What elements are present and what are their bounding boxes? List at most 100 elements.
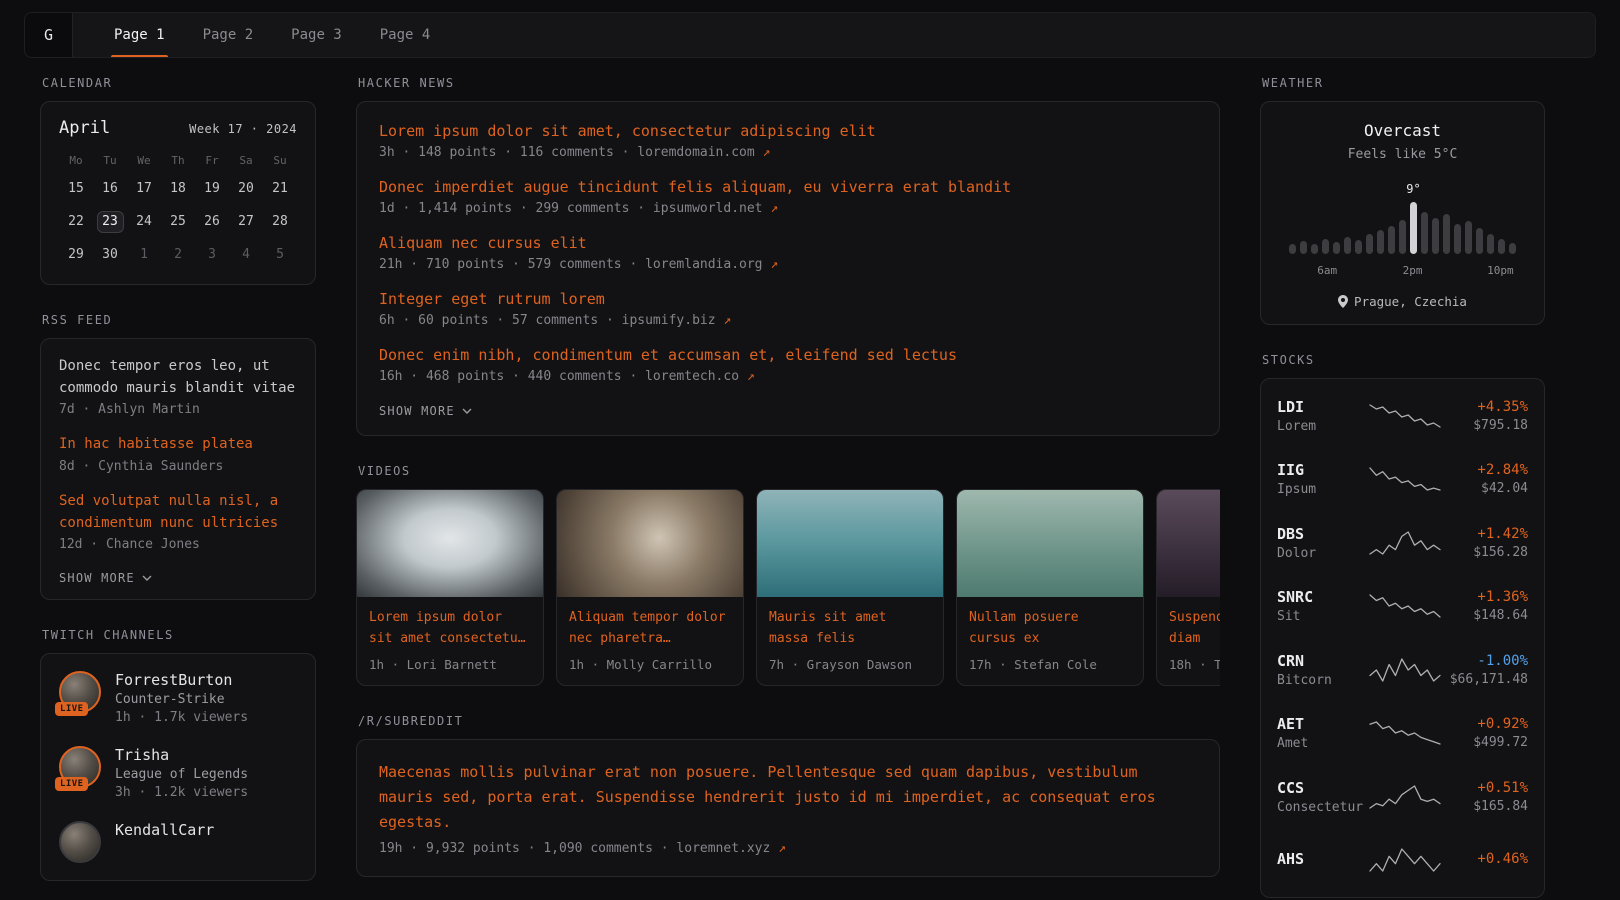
- weather-bar: [1487, 234, 1494, 254]
- weather-bar: [1355, 240, 1362, 254]
- chevron-down-icon: [462, 408, 472, 414]
- tab-page-3[interactable]: Page 3: [272, 13, 361, 57]
- video-title[interactable]: Suspendisse mattis diam: [1157, 597, 1220, 650]
- weather-bar: [1311, 244, 1318, 254]
- dashboard-columns: CALENDAR April Week 17 · 2024 Mo Tu We T…: [0, 58, 1620, 898]
- stock-change: +0.46%: [1477, 851, 1528, 867]
- calendar-day: 16: [97, 178, 124, 200]
- left-column: CALENDAR April Week 17 · 2024 Mo Tu We T…: [40, 76, 316, 881]
- external-link-icon[interactable]: ↗: [770, 201, 778, 216]
- video-card: Suspendisse mattis diam 18h · Tara: [1156, 489, 1220, 686]
- twitch-section-title: TWITCH CHANNELS: [42, 628, 316, 642]
- rss-item[interactable]: In hac habitasse platea 8d · Cynthia Sau…: [59, 434, 297, 474]
- calendar-header: April Week 17 · 2024: [59, 118, 297, 138]
- stock-symbol: AHS: [1277, 850, 1369, 868]
- stock-row[interactable]: SNRCSit +1.36%$148.64: [1277, 575, 1528, 639]
- twitch-channel-game: League of Legends: [115, 767, 248, 782]
- stock-price: $795.18: [1473, 418, 1528, 433]
- twitch-channel-name[interactable]: ForrestBurton: [115, 671, 248, 689]
- weather-bar: [1377, 230, 1384, 254]
- video-thumbnail[interactable]: [757, 490, 943, 597]
- weather-bar: [1498, 239, 1505, 254]
- avatar: [59, 821, 101, 863]
- rss-show-more-button[interactable]: SHOW MORE: [59, 571, 152, 585]
- weather-bar: [1344, 237, 1351, 254]
- video-title[interactable]: Mauris sit amet massa felis: [757, 597, 943, 650]
- external-link-icon[interactable]: ↗: [723, 313, 731, 328]
- stock-row[interactable]: LDILorem +4.35%$795.18: [1277, 384, 1528, 448]
- twitch-channel-name[interactable]: Trisha: [115, 746, 248, 764]
- stock-sparkline: [1369, 784, 1441, 810]
- twitch-channel[interactable]: KendallCarr: [59, 821, 297, 863]
- twitch-channel[interactable]: LIVE ForrestBurton Counter-Strike 1h · 1…: [59, 671, 297, 725]
- hn-show-more-button[interactable]: SHOW MORE: [379, 404, 472, 418]
- calendar-day: 30: [97, 244, 124, 266]
- external-link-icon[interactable]: ↗: [770, 257, 778, 272]
- stock-row[interactable]: CCSConsectetur +0.51%$165.84: [1277, 765, 1528, 829]
- rss-widget: Donec tempor eros leo, ut commodo mauris…: [40, 338, 316, 600]
- video-thumbnail[interactable]: [357, 490, 543, 597]
- stock-price: $499.72: [1473, 735, 1528, 750]
- videos-section: VIDEOS Lorem ipsum dolor sit amet consec…: [356, 464, 1220, 686]
- weather-bar: [1388, 226, 1395, 254]
- stocks-section-title: STOCKS: [1262, 353, 1545, 367]
- subreddit-post-meta: 19h · 9,932 points · 1,090 comments · lo…: [379, 841, 1197, 856]
- calendar-day: 26: [199, 211, 226, 233]
- stock-sparkline: [1369, 657, 1441, 683]
- external-link-icon[interactable]: ↗: [763, 145, 771, 160]
- video-thumbnail[interactable]: [557, 490, 743, 597]
- hacker-news-section-title: HACKER NEWS: [358, 76, 1220, 90]
- twitch-section: TWITCH CHANNELS LIVE ForrestBurton Count…: [40, 628, 316, 881]
- weather-bar: [1421, 212, 1428, 254]
- tab-page-1[interactable]: Page 1: [95, 13, 184, 57]
- video-thumbnail[interactable]: [1157, 490, 1220, 597]
- video-thumbnail[interactable]: [957, 490, 1143, 597]
- video-title[interactable]: Aliquam tempor dolor nec pharetra…: [557, 597, 743, 650]
- rss-item-title[interactable]: In hac habitasse platea: [59, 434, 297, 456]
- rss-item-title[interactable]: Donec tempor eros leo, ut commodo mauris…: [59, 356, 297, 399]
- weather-bar: [1454, 224, 1461, 254]
- stock-row[interactable]: AETAmet +0.92%$499.72: [1277, 702, 1528, 766]
- hn-item-title[interactable]: Donec imperdiet augue tincidunt felis al…: [379, 178, 1197, 196]
- calendar-section: CALENDAR April Week 17 · 2024 Mo Tu We T…: [40, 76, 316, 285]
- calendar-day: 28: [267, 211, 294, 233]
- tab-page-2[interactable]: Page 2: [184, 13, 273, 57]
- stock-price: $156.28: [1473, 545, 1528, 560]
- hacker-news-widget: Lorem ipsum dolor sit amet, consectetur …: [356, 101, 1220, 436]
- videos-section-title: VIDEOS: [358, 464, 1220, 478]
- subreddit-post-title[interactable]: Maecenas mollis pulvinar erat non posuer…: [379, 760, 1197, 834]
- rss-item[interactable]: Sed volutpat nulla nisl, a condimentum n…: [59, 491, 297, 552]
- weather-bar: [1300, 241, 1307, 254]
- stock-change: +0.51%: [1473, 780, 1528, 796]
- hn-item-title[interactable]: Lorem ipsum dolor sit amet, consectetur …: [379, 122, 1197, 140]
- video-title[interactable]: Nullam posuere cursus ex: [957, 597, 1143, 650]
- external-link-icon[interactable]: ↗: [747, 369, 755, 384]
- weather-time-label: 10pm: [1487, 264, 1514, 277]
- stock-symbol: CRN: [1277, 652, 1369, 670]
- video-card: Nullam posuere cursus ex 17h · Stefan Co…: [956, 489, 1144, 686]
- twitch-channel[interactable]: LIVE Trisha League of Legends 3h · 1.2k …: [59, 746, 297, 800]
- stock-sparkline: [1369, 530, 1441, 556]
- calendar-dow: Su: [273, 154, 286, 167]
- stock-row[interactable]: IIGIpsum +2.84%$42.04: [1277, 448, 1528, 512]
- video-title[interactable]: Lorem ipsum dolor sit amet consectetu…: [357, 597, 543, 650]
- hn-item-title[interactable]: Integer eget rutrum lorem: [379, 290, 1197, 308]
- calendar-day: 27: [233, 211, 260, 233]
- stock-name: Lorem: [1277, 419, 1369, 434]
- external-link-icon[interactable]: ↗: [778, 841, 786, 856]
- hn-item-meta: 1d · 1,414 points · 299 comments · ipsum…: [379, 201, 1197, 216]
- stock-row[interactable]: AHS +0.46%: [1277, 829, 1528, 893]
- hn-item-title[interactable]: Donec enim nibh, condimentum et accumsan…: [379, 346, 1197, 364]
- stock-symbol: DBS: [1277, 525, 1369, 543]
- tab-page-4[interactable]: Page 4: [361, 13, 450, 57]
- rss-item-title[interactable]: Sed volutpat nulla nisl, a condimentum n…: [59, 491, 297, 534]
- twitch-channel-name[interactable]: KendallCarr: [115, 821, 214, 839]
- stock-row[interactable]: CRNBitcorn -1.00%$66,171.48: [1277, 638, 1528, 702]
- calendar-day: 22: [63, 211, 90, 233]
- stock-row[interactable]: DBSDolor +1.42%$156.28: [1277, 511, 1528, 575]
- stock-symbol: SNRC: [1277, 588, 1369, 606]
- stock-symbol: IIG: [1277, 461, 1369, 479]
- page-tabs: Page 1 Page 2 Page 3 Page 4: [95, 13, 449, 57]
- hn-item-title[interactable]: Aliquam nec cursus elit: [379, 234, 1197, 252]
- rss-item[interactable]: Donec tempor eros leo, ut commodo mauris…: [59, 356, 297, 417]
